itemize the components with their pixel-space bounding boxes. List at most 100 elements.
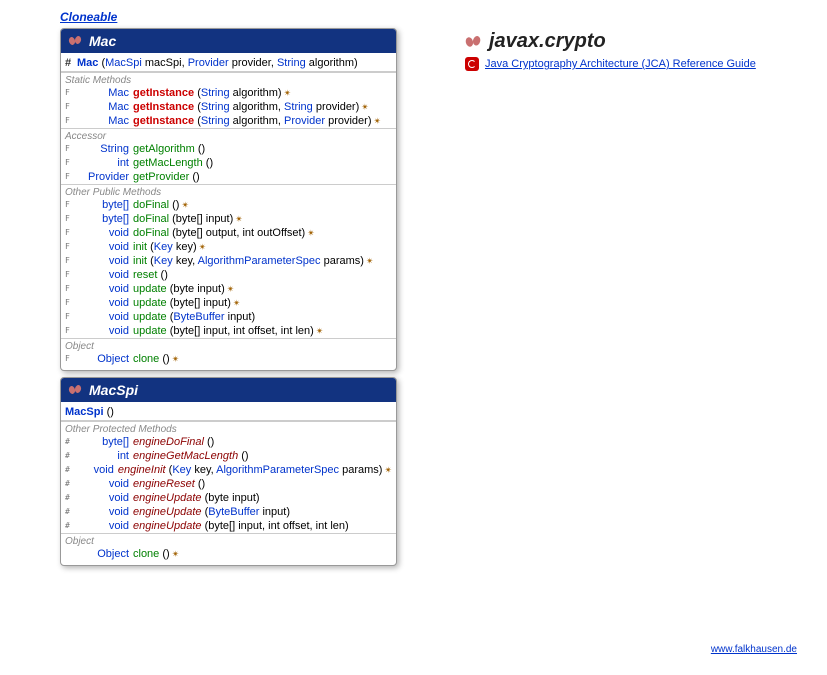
throws-icon: ✴	[172, 549, 180, 559]
modifier: F	[65, 352, 77, 366]
section-label: Other Protected Methods	[61, 422, 396, 435]
method-row: #voidengineInit (Key key, AlgorithmParam…	[61, 463, 396, 477]
return-type: void	[77, 226, 133, 240]
return-type: Object	[77, 547, 133, 561]
throws-icon: ✴	[199, 242, 207, 252]
method-signature: update (byte input)✴	[133, 282, 392, 296]
footer-link[interactable]: www.falkhausen.de	[711, 644, 797, 655]
return-type: Mac	[77, 114, 133, 128]
throws-icon: ✴	[227, 284, 235, 294]
return-type: int	[77, 156, 133, 170]
class-name: MacSpi	[89, 382, 138, 398]
return-type: byte[]	[77, 212, 133, 226]
method-signature: clone ()✴	[133, 547, 392, 561]
method-signature: update (byte[] input, int offset, int le…	[133, 324, 392, 338]
method-row: Fvoidupdate (byte[] input)✴	[61, 296, 396, 310]
throws-icon: ✴	[172, 354, 180, 364]
method-row: #voidengineUpdate (byte[] input, int off…	[61, 519, 396, 533]
method-row: FMacgetInstance (String algorithm, Provi…	[61, 114, 396, 128]
method-row: Fbyte[]doFinal ()✴	[61, 198, 396, 212]
method-row: Fvoidreset ()	[61, 268, 396, 282]
method-row: #byte[]engineDoFinal ()	[61, 435, 396, 449]
class-header: Mac	[61, 29, 396, 53]
modifier: F	[65, 156, 77, 170]
method-signature: init (Key key, AlgorithmParameterSpec pa…	[133, 254, 392, 268]
method-row: Fbyte[]doFinal (byte[] input)✴	[61, 212, 396, 226]
return-type: void	[77, 477, 133, 491]
method-row: FMacgetInstance (String algorithm, Strin…	[61, 100, 396, 114]
method-signature: getMacLength ()	[133, 156, 392, 170]
modifier: F	[65, 86, 77, 100]
throws-icon: ✴	[373, 116, 381, 126]
modifier: F	[65, 282, 77, 296]
method-row: Objectclone ()✴	[61, 547, 396, 561]
package-ref-row: Java Cryptography Architecture (JCA) Ref…	[465, 57, 756, 71]
throws-icon: ✴	[235, 214, 243, 224]
method-row: #voidengineUpdate (ByteBuffer input)	[61, 505, 396, 519]
modifier: #	[65, 463, 74, 477]
throws-icon: ✴	[284, 88, 292, 98]
throws-icon: ✴	[307, 228, 315, 238]
method-signature: getAlgorithm ()	[133, 142, 392, 156]
method-signature: engineGetMacLength ()	[133, 449, 392, 463]
modifier: #	[65, 519, 77, 533]
throws-icon: ✴	[361, 102, 369, 112]
return-type: void	[77, 296, 133, 310]
modifier: #	[65, 449, 77, 463]
bean-icon	[67, 384, 83, 396]
method-signature: engineInit (Key key, AlgorithmParameterS…	[118, 463, 392, 477]
method-row: FObjectclone ()✴	[61, 352, 396, 366]
constructor-row: MacSpi ()	[61, 404, 396, 421]
method-row: Fvoidinit (Key key)✴	[61, 240, 396, 254]
visibility-protected: #	[65, 57, 77, 69]
modifier: F	[65, 310, 77, 324]
class-header: MacSpi	[61, 378, 396, 402]
return-type: void	[77, 282, 133, 296]
return-type: void	[77, 491, 133, 505]
method-signature: getInstance (String algorithm, Provider …	[133, 114, 392, 128]
method-row: #voidengineUpdate (byte input)	[61, 491, 396, 505]
method-signature: init (Key key)✴	[133, 240, 392, 254]
jca-reference-link[interactable]: Java Cryptography Architecture (JCA) Ref…	[485, 58, 756, 70]
interface-link-cloneable[interactable]: Cloneable	[60, 10, 117, 24]
method-row: #voidengineReset ()	[61, 477, 396, 491]
method-row: FintgetMacLength ()	[61, 156, 396, 170]
throws-icon: ✴	[233, 298, 241, 308]
method-signature: engineDoFinal ()	[133, 435, 392, 449]
method-row: FStringgetAlgorithm ()	[61, 142, 396, 156]
return-type: void	[77, 310, 133, 324]
return-type: String	[77, 142, 133, 156]
modifier: F	[65, 212, 77, 226]
modifier: F	[65, 198, 77, 212]
section-label: Accessor	[61, 129, 396, 142]
method-row: Fvoidupdate (ByteBuffer input)	[61, 310, 396, 324]
return-type: byte[]	[77, 198, 133, 212]
class-box-mac: Mac#Mac (MacSpi macSpi, Provider provide…	[60, 28, 397, 371]
method-signature: doFinal (byte[] output, int outOffset)✴	[133, 226, 392, 240]
bean-icon	[463, 34, 482, 48]
modifier: #	[65, 477, 77, 491]
section-label: Static Methods	[61, 73, 396, 86]
return-type: void	[77, 254, 133, 268]
method-row: #intengineGetMacLength ()	[61, 449, 396, 463]
method-row: FMacgetInstance (String algorithm)✴	[61, 86, 396, 100]
return-type: byte[]	[77, 435, 133, 449]
modifier: F	[65, 268, 77, 282]
modifier: F	[65, 254, 77, 268]
method-row: FvoiddoFinal (byte[] output, int outOffs…	[61, 226, 396, 240]
modifier: #	[65, 435, 77, 449]
method-signature: engineReset ()	[133, 477, 392, 491]
throws-icon: ✴	[384, 465, 392, 475]
method-signature: getProvider ()	[133, 170, 392, 184]
throws-icon: ✴	[366, 256, 374, 266]
return-type: void	[77, 268, 133, 282]
modifier: F	[65, 240, 77, 254]
method-signature: doFinal ()✴	[133, 198, 392, 212]
modifier: F	[65, 142, 77, 156]
class-name: Mac	[89, 33, 116, 49]
throws-icon: ✴	[181, 200, 189, 210]
class-box-macspi: MacSpiMacSpi ()Other Protected Methods#b…	[60, 377, 397, 566]
modifier: #	[65, 505, 77, 519]
method-signature: getInstance (String algorithm, String pr…	[133, 100, 392, 114]
modifier: F	[65, 170, 77, 184]
